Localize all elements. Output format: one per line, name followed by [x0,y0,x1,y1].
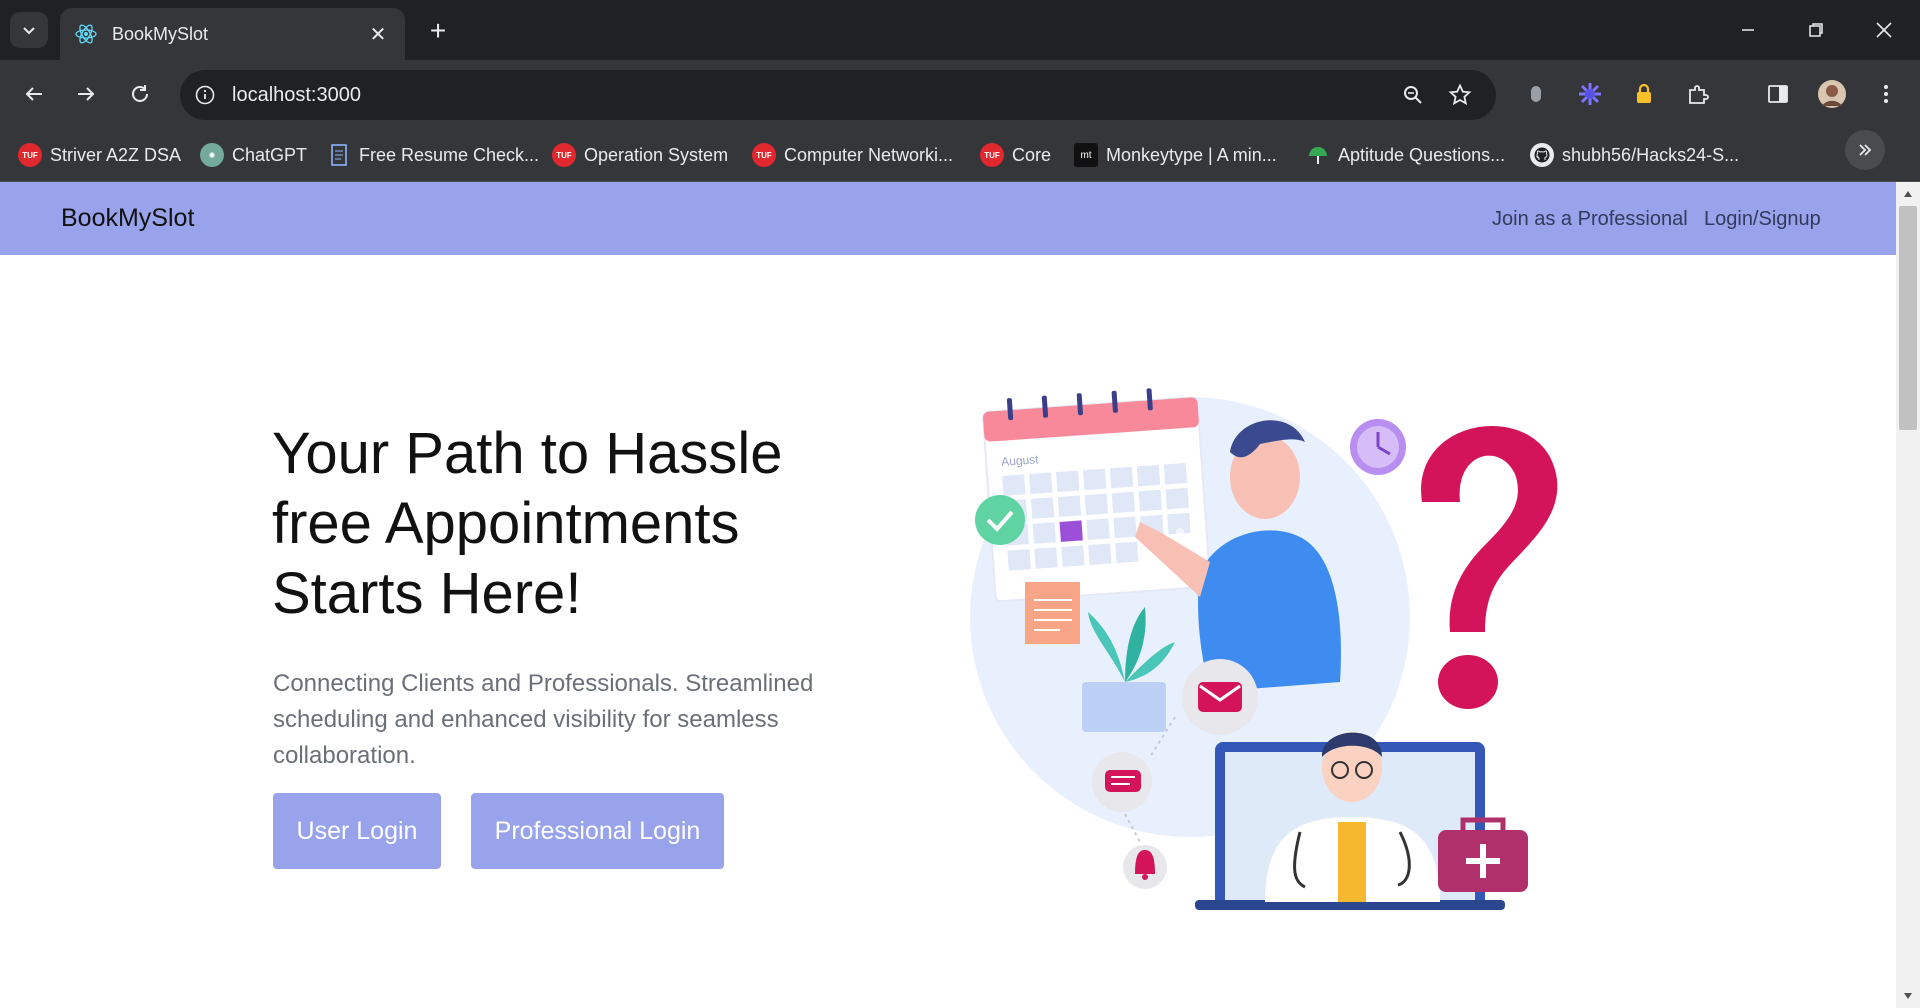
bookmark-label: Monkeytype | A min... [1106,144,1277,165]
scroll-down-button[interactable] [1900,988,1916,1004]
tab-close-icon[interactable]: ✕ [365,22,391,47]
scroll-up-button[interactable] [1900,186,1916,202]
web-page: BookMySlot Join as a Professional Login/… [0,182,1896,1008]
profile-button[interactable] [1812,74,1852,114]
bookmark-label: Striver A2Z DSA [50,144,182,165]
react-icon [75,24,97,44]
extensions-button[interactable] [1678,74,1718,114]
arrow-left-icon [25,87,42,101]
browser-tab[interactable]: BookMySlot ✕ [60,8,405,60]
bookmark-label: Free Resume Check... [359,144,540,165]
bookmark-label: Computer Networki... [784,144,954,165]
reload-button[interactable] [120,74,160,114]
url-text: localhost:3000 [232,83,361,106]
menu-button[interactable] [1866,74,1906,114]
bookmark-label: Operation System [584,144,729,165]
avatar [1818,80,1846,108]
bookmark-item[interactable]: shubh56/Hacks24-S... [1530,140,1739,170]
bookmark-item[interactable]: TUF Operation System [552,140,728,170]
bookmark-label: shubh56/Hacks24-S... [1562,144,1740,165]
browser-toolbar: localhost:3000 [0,60,1920,128]
bookmark-item[interactable]: ✺ ChatGPT [200,140,307,170]
tab-search-button[interactable] [10,12,48,48]
minimize-button[interactable] [1714,0,1782,60]
hero-subtitle: Connecting Clients and Professionals. St… [273,670,814,769]
login-signup-link[interactable]: Login/Signup [1704,208,1821,231]
brand-logo[interactable]: BookMySlot [61,204,194,233]
chatgpt-icon: ✺ [200,143,224,167]
question-mark-icon [1421,425,1558,709]
bookmark-label: Core [1012,144,1052,165]
scrollbar-thumb[interactable] [1899,206,1917,430]
new-tab-button[interactable]: + [420,14,456,50]
bookmark-item[interactable]: TUF Core [980,140,1051,170]
restore-button[interactable] [1782,0,1850,60]
tuf-icon: TUF [18,143,42,167]
mouse-icon [1531,86,1541,102]
side-panel-icon [1768,85,1788,103]
aptitude-icon [1306,143,1330,167]
bookmark-item[interactable]: Free Resume Check... [327,140,539,170]
bookmarks-bar: TUF Striver A2Z DSA ✺ ChatGPT Free Resum… [0,128,1920,182]
bookmark-star-icon[interactable] [1448,83,1472,107]
browser-titlebar: BookMySlot ✕ + [0,0,1920,60]
asterisk-icon [1579,83,1601,105]
puzzle-icon [1689,85,1709,104]
monkeytype-icon: mt [1074,143,1098,167]
calendar-month-label: August [1001,452,1040,469]
tab-title: BookMySlot [112,23,209,44]
tuf-icon: TUF [752,143,776,167]
bookmark-item[interactable]: TUF Computer Networki... [752,140,953,170]
minimize-icon [1742,29,1754,31]
back-button[interactable] [14,74,54,114]
restore-icon [1809,23,1823,37]
hero-title: Your Path to Hassle free Appointments St… [272,421,783,626]
professional-login-button[interactable]: Professional Login [471,793,724,869]
bookmark-item[interactable]: Aptitude Questions... [1306,140,1505,170]
double-chevron-right-icon [1859,144,1872,156]
note-icon [1025,582,1080,644]
medical-kit-icon [1438,817,1528,892]
tuf-icon: TUF [980,143,1004,167]
github-icon [1530,143,1554,167]
zoom-icon[interactable] [1402,84,1424,106]
bookmark-item[interactable]: TUF Striver A2Z DSA [18,140,181,170]
triangle-down-icon [1904,993,1912,999]
extension-lock-button[interactable] [1624,74,1664,114]
more-vertical-icon [1884,85,1888,103]
user-login-button[interactable]: User Login [273,793,441,869]
close-icon [1876,22,1892,38]
triangle-up-icon [1904,191,1912,197]
chevron-down-icon [23,27,35,35]
join-professional-link[interactable]: Join as a Professional [1492,208,1688,231]
forward-button[interactable] [66,74,106,114]
address-bar[interactable]: localhost:3000 [180,70,1496,120]
site-info-icon[interactable] [194,84,216,106]
tuf-icon: TUF [552,143,576,167]
arrow-right-icon [78,87,95,101]
bookmark-item[interactable]: mt Monkeytype | A min... [1074,140,1277,170]
extension-mouse-button[interactable] [1516,74,1556,114]
close-window-button[interactable] [1850,0,1918,60]
reload-icon [132,85,148,102]
lock-icon [1637,83,1651,103]
site-navbar: BookMySlot Join as a Professional Login/… [0,182,1896,255]
resume-icon [327,143,351,167]
hero-illustration: August [970,388,1558,910]
bookmark-label: ChatGPT [232,144,308,165]
more-bookmarks-button[interactable] [1845,130,1885,170]
check-icon [975,495,1025,545]
bookmark-label: Aptitude Questions... [1338,144,1506,165]
side-panel-button[interactable] [1758,74,1798,114]
extension-gear-button[interactable] [1570,74,1610,114]
